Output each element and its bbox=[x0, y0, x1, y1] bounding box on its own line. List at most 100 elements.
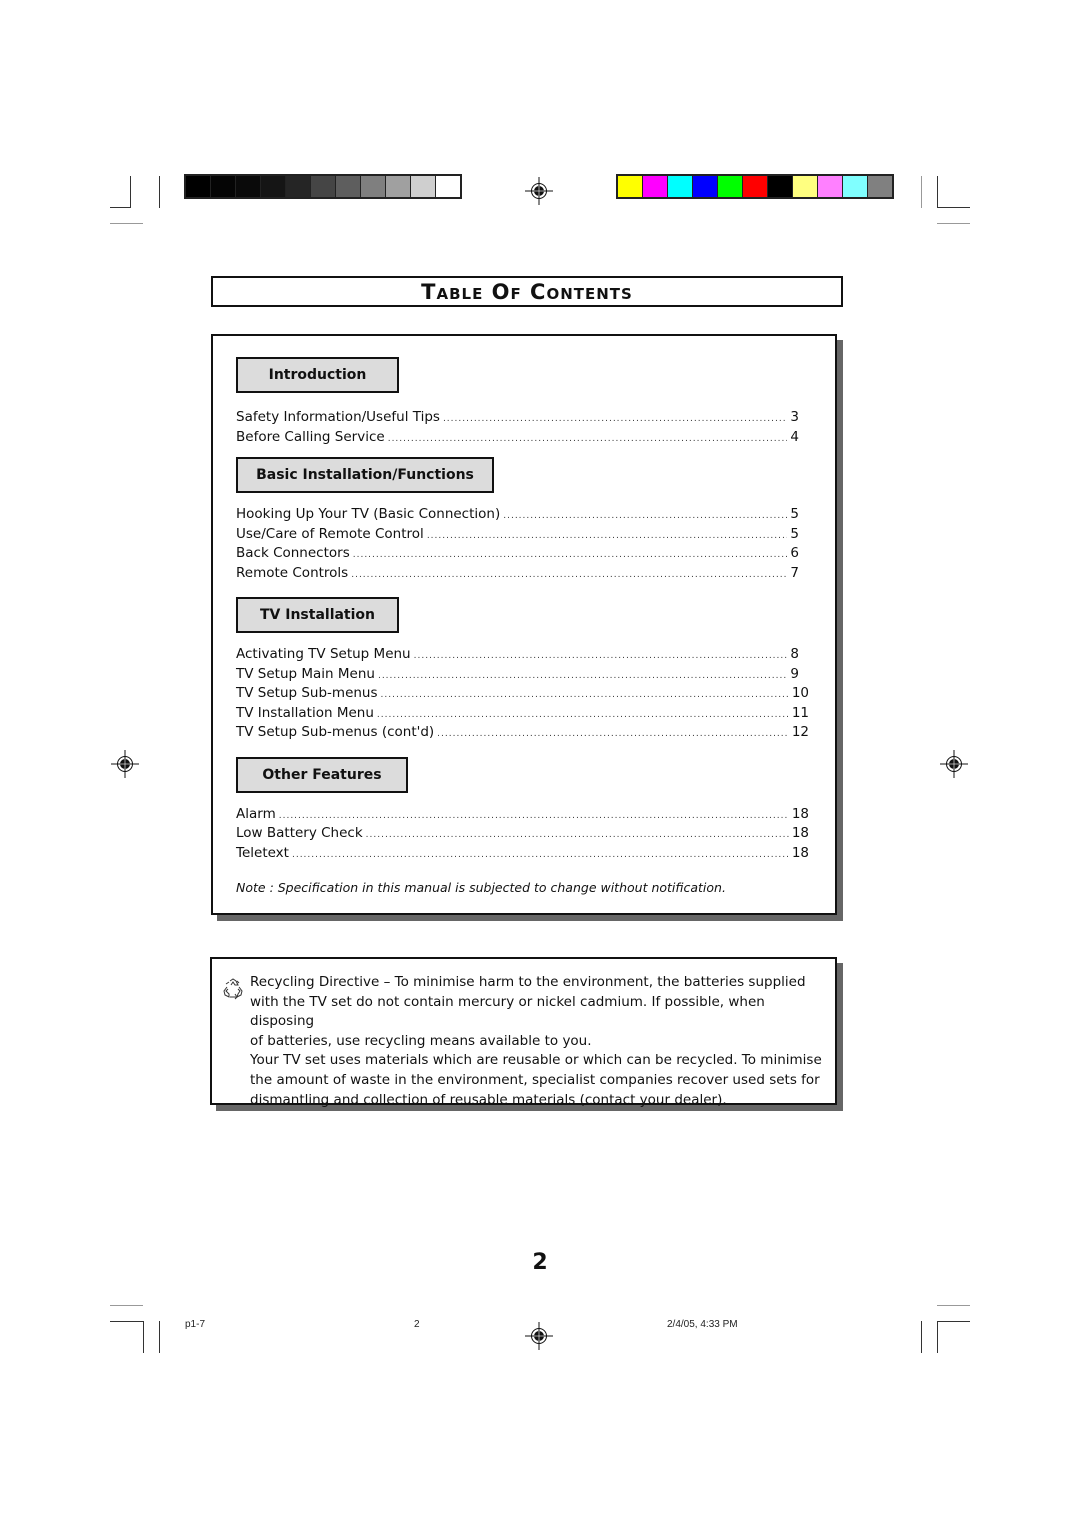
crop-mark bbox=[110, 1305, 143, 1306]
recycling-line: dismantling and collection of reusable m… bbox=[250, 1091, 727, 1108]
color-swatch bbox=[186, 176, 210, 197]
color-calibration-bar bbox=[616, 174, 894, 199]
leader-dots bbox=[503, 506, 787, 522]
entry-page: 11 bbox=[791, 705, 809, 721]
crop-mark bbox=[159, 1321, 160, 1353]
leader-dots bbox=[443, 409, 787, 425]
toc-entry[interactable]: Before Calling Service 4 bbox=[236, 429, 799, 449]
leader-dots bbox=[388, 429, 788, 445]
toc-entry[interactable]: Use/Care of Remote Control 5 bbox=[236, 526, 799, 546]
leader-dots bbox=[279, 806, 789, 822]
grayscale-calibration-bar bbox=[184, 174, 462, 199]
toc-entry[interactable]: Remote Controls 7 bbox=[236, 565, 799, 585]
toc-entry[interactable]: TV Setup Sub-menus (cont'd) 12 bbox=[236, 724, 809, 744]
registration-mark-icon bbox=[111, 750, 139, 778]
entry-label: TV Installation Menu bbox=[236, 705, 374, 721]
entry-page: 6 bbox=[790, 545, 799, 561]
toc-entry[interactable]: Activating TV Setup Menu 8 bbox=[236, 646, 799, 666]
registration-mark-icon bbox=[525, 1322, 553, 1350]
crop-mark bbox=[937, 1321, 938, 1353]
toc-entry[interactable]: TV Setup Main Menu 9 bbox=[236, 666, 799, 686]
entry-label: Low Battery Check bbox=[236, 825, 363, 841]
entry-page: 18 bbox=[791, 806, 809, 822]
entry-page: 8 bbox=[790, 646, 799, 662]
registration-mark-icon bbox=[525, 177, 553, 205]
toc-entry[interactable]: Safety Information/Useful Tips 3 bbox=[236, 409, 799, 429]
entry-label: Before Calling Service bbox=[236, 429, 385, 445]
entry-page: 18 bbox=[791, 845, 809, 861]
toc-entry[interactable]: Teletext 18 bbox=[236, 845, 809, 865]
section-heading-tv-installation: TV Installation bbox=[236, 597, 399, 633]
crop-mark bbox=[110, 207, 131, 208]
page-title: Table Of Contents bbox=[211, 276, 843, 307]
crop-mark bbox=[937, 207, 970, 208]
entry-label: Hooking Up Your TV (Basic Connection) bbox=[236, 506, 501, 522]
color-swatch bbox=[411, 176, 435, 197]
crop-mark bbox=[143, 1321, 144, 1353]
recycling-line: Your TV set uses materials which are reu… bbox=[250, 1052, 822, 1069]
color-swatch bbox=[261, 176, 285, 197]
crop-mark bbox=[937, 223, 970, 224]
crop-mark bbox=[937, 1321, 970, 1322]
color-swatch bbox=[211, 176, 235, 197]
leader-dots bbox=[366, 825, 789, 841]
entry-label: TV Setup Sub-menus bbox=[236, 685, 378, 701]
entry-label: Use/Care of Remote Control bbox=[236, 526, 424, 542]
color-swatch bbox=[718, 176, 742, 197]
crop-mark bbox=[921, 1321, 922, 1353]
leader-dots bbox=[427, 526, 788, 542]
entry-page: 10 bbox=[791, 685, 809, 701]
section-heading-basic-installation: Basic Installation/Functions bbox=[236, 457, 494, 493]
color-swatch bbox=[643, 176, 667, 197]
crop-mark bbox=[159, 176, 160, 208]
leader-dots bbox=[351, 565, 787, 581]
entry-label: Remote Controls bbox=[236, 565, 349, 581]
entry-page: 9 bbox=[790, 666, 799, 682]
entry-label: Back Connectors bbox=[236, 545, 350, 561]
color-swatch bbox=[436, 176, 460, 197]
color-swatch bbox=[668, 176, 692, 197]
toc-entry[interactable]: Hooking Up Your TV (Basic Connection) 5 bbox=[236, 506, 799, 526]
leader-dots bbox=[377, 705, 789, 721]
color-swatch bbox=[693, 176, 717, 197]
color-swatch bbox=[386, 176, 410, 197]
page-number: 2 bbox=[532, 1250, 548, 1275]
leader-dots bbox=[437, 724, 789, 740]
crop-mark bbox=[937, 176, 938, 208]
entry-page: 7 bbox=[790, 565, 799, 581]
entry-page: 3 bbox=[790, 409, 799, 425]
entry-label: Safety Information/Useful Tips bbox=[236, 409, 440, 425]
entry-page: 18 bbox=[791, 825, 809, 841]
toc-entry[interactable]: Back Connectors 6 bbox=[236, 545, 799, 565]
entry-label: Alarm bbox=[236, 806, 276, 822]
color-swatch bbox=[336, 176, 360, 197]
footer-datetime: 2/4/05, 4:33 PM bbox=[667, 1319, 738, 1330]
color-swatch bbox=[768, 176, 792, 197]
entry-page: 12 bbox=[791, 724, 809, 740]
recycling-line: of batteries, use recycling means availa… bbox=[250, 1032, 592, 1049]
leader-dots bbox=[414, 646, 788, 662]
entry-page: 5 bbox=[790, 526, 799, 542]
crop-mark bbox=[937, 1305, 970, 1306]
color-swatch bbox=[361, 176, 385, 197]
toc-entry[interactable]: Low Battery Check 18 bbox=[236, 825, 809, 845]
leader-dots bbox=[353, 545, 788, 561]
specification-note: Note : Specification in this manual is s… bbox=[236, 880, 726, 895]
color-swatch bbox=[743, 176, 767, 197]
color-swatch bbox=[793, 176, 817, 197]
color-swatch bbox=[286, 176, 310, 197]
color-swatch bbox=[818, 176, 842, 197]
toc-entry[interactable]: TV Setup Sub-menus 10 bbox=[236, 685, 809, 705]
color-swatch bbox=[868, 176, 892, 197]
registration-mark-icon bbox=[940, 750, 968, 778]
leader-dots bbox=[381, 685, 789, 701]
entry-page: 4 bbox=[790, 429, 799, 445]
recycling-line: with the TV set do not contain mercury o… bbox=[250, 993, 765, 1030]
toc-entry[interactable]: TV Installation Menu 11 bbox=[236, 705, 809, 725]
color-swatch bbox=[843, 176, 867, 197]
crop-mark bbox=[110, 223, 143, 224]
footer-file: p1-7 bbox=[185, 1319, 206, 1330]
recycling-line: the amount of waste in the environment, … bbox=[250, 1071, 820, 1088]
entry-label: TV Setup Main Menu bbox=[236, 666, 375, 682]
toc-entry[interactable]: Alarm 18 bbox=[236, 806, 809, 826]
